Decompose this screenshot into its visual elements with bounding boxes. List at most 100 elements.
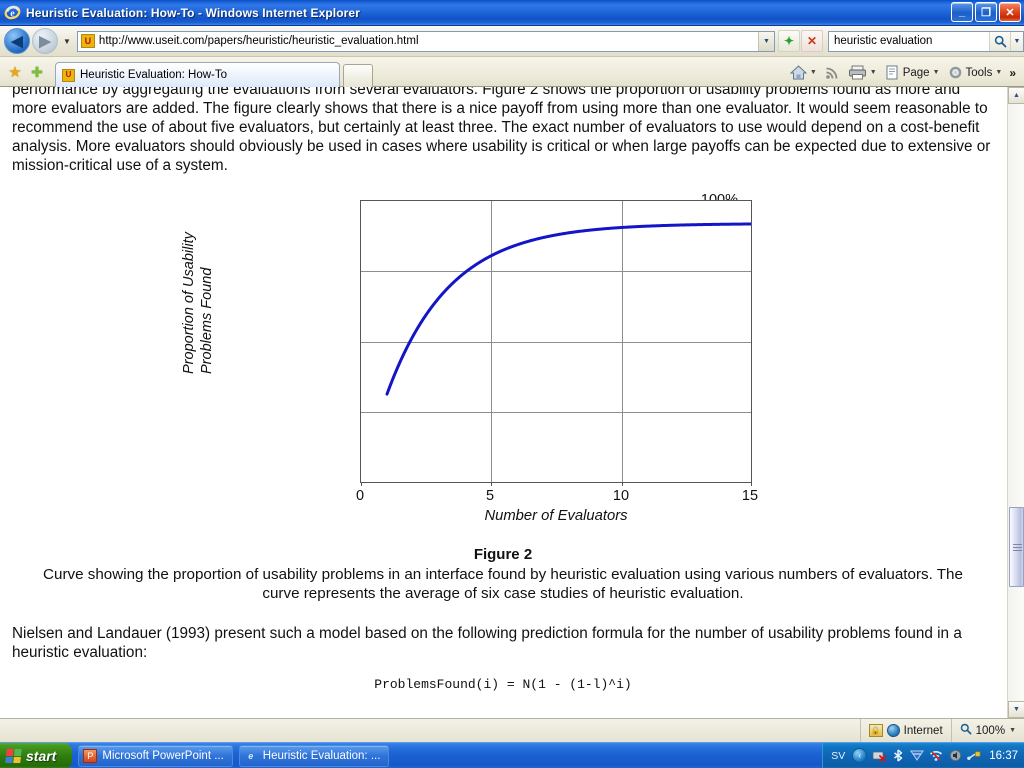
paragraph-below-figure: Nielsen and Landauer (1993) present such…: [12, 625, 962, 661]
magnifier-icon: [994, 35, 1006, 47]
restore-icon: ❐: [981, 6, 991, 19]
feeds-button[interactable]: [822, 63, 843, 82]
antivirus-icon[interactable]: [872, 749, 887, 763]
x-tick-5: 5: [485, 487, 495, 504]
network-icon[interactable]: [910, 749, 925, 763]
zoom-control[interactable]: 100% ▼: [950, 719, 1024, 742]
x-tickmark-10: [622, 481, 623, 486]
internet-explorer-icon: e: [4, 4, 21, 21]
close-icon: ✕: [1005, 6, 1015, 19]
volume-icon[interactable]: [948, 749, 962, 763]
taskbar-item-label: Heuristic Evaluation: ...: [262, 749, 381, 762]
magnifier-icon: [960, 723, 972, 738]
internet-explorer-icon: e: [248, 750, 254, 761]
zoom-level-label: 100%: [975, 724, 1006, 737]
figure-caption: Curve showing the proportion of usabilit…: [43, 565, 963, 602]
x-tickmark-0: [361, 481, 362, 486]
close-button[interactable]: ✕: [999, 2, 1021, 22]
tools-dropdown-icon[interactable]: ▼: [995, 69, 1002, 76]
home-icon: [789, 65, 807, 80]
document-body: performance by aggregating the evaluatio…: [0, 87, 1006, 692]
page-menu-button[interactable]: Page ▼: [882, 63, 943, 82]
page-icon: [886, 65, 898, 80]
search-button[interactable]: [989, 31, 1010, 51]
site-favicon: U: [80, 34, 95, 48]
show-hidden-icons-button[interactable]: ‹: [852, 748, 868, 763]
start-label: start: [26, 747, 57, 764]
x-tick-0: 0: [355, 487, 365, 504]
paragraph-above-figure: performance by aggregating the evaluatio…: [12, 87, 991, 174]
lock-icon: 🔒: [868, 724, 883, 737]
forward-button[interactable]: ▶: [32, 28, 58, 54]
tab-heuristic-evaluation[interactable]: U Heuristic Evaluation: How-To: [55, 62, 340, 87]
print-button[interactable]: ▼: [845, 63, 880, 82]
scroll-up-button[interactable]: ▲: [1008, 87, 1024, 104]
title-bar: e Heuristic Evaluation: How-To - Windows…: [0, 0, 1024, 26]
bluetooth-icon[interactable]: [891, 749, 905, 763]
taskbar-item-powerpoint[interactable]: P Microsoft PowerPoint ...: [78, 744, 233, 767]
x-tick-10: 10: [612, 487, 630, 504]
svg-text:e: e: [10, 9, 15, 20]
address-bar[interactable]: U http://www.useit.com/papers/heuristic/…: [76, 30, 775, 52]
history-dropdown-icon[interactable]: ▼: [63, 37, 71, 46]
chart-y-axis-label: Proportion of Usability Problems Found: [180, 232, 216, 374]
scroll-down-button[interactable]: ▼: [1008, 701, 1024, 718]
tab-bar: ★ ✚ U Heuristic Evaluation: How-To ▼ ▼ P…: [0, 57, 1024, 87]
status-bar: 🔒 Internet 100% ▼: [0, 718, 1024, 742]
search-box[interactable]: heuristic evaluation ▼: [828, 30, 1024, 52]
system-tray: SV ‹ 16:37: [822, 742, 1024, 768]
search-input[interactable]: heuristic evaluation: [829, 35, 989, 47]
page-dropdown-icon[interactable]: ▼: [933, 69, 940, 76]
page-viewport: performance by aggregating the evaluatio…: [0, 87, 1024, 718]
chart-x-axis-label: Number of Evaluators: [484, 507, 628, 524]
powerpoint-icon: P: [83, 748, 98, 763]
taskbar-item-internet-explorer[interactable]: e Heuristic Evaluation: ...: [238, 744, 390, 767]
clock[interactable]: 16:37: [989, 750, 1018, 762]
window-title: Heuristic Evaluation: How-To - Windows I…: [26, 5, 360, 20]
search-provider-dropdown-icon[interactable]: ▼: [1010, 31, 1023, 51]
window-controls: _ ❐ ✕: [951, 2, 1021, 22]
gear-icon: [949, 66, 961, 79]
address-dropdown-icon[interactable]: ▼: [758, 31, 774, 51]
security-zone-indicator[interactable]: 🔒 Internet: [859, 719, 951, 742]
home-dropdown-icon[interactable]: ▼: [810, 69, 817, 76]
security-zone-label: Internet: [903, 724, 943, 737]
taskbar-item-label: Microsoft PowerPoint ...: [102, 749, 224, 762]
scrollbar-grip-icon: [1013, 544, 1022, 551]
toolbar-overflow-icon[interactable]: »: [1007, 66, 1020, 80]
page-menu-label: Page: [902, 66, 930, 79]
taskbar: start P Microsoft PowerPoint ... e Heuri…: [0, 742, 1024, 768]
home-button[interactable]: ▼: [787, 63, 820, 82]
start-button[interactable]: start: [0, 742, 73, 768]
prediction-formula: ProblemsFound(i) = N(1 - (1-l)^i): [374, 676, 632, 692]
browser-window: e Heuristic Evaluation: How-To - Windows…: [0, 0, 1024, 768]
address-input[interactable]: http://www.useit.com/papers/heuristic/he…: [99, 35, 758, 47]
maximize-restore-button[interactable]: ❐: [975, 2, 997, 22]
add-to-favorites-icon[interactable]: ✚: [27, 62, 47, 82]
minimize-button[interactable]: _: [951, 2, 973, 22]
usability-problems-chart: Proportion of Usability Problems Found 1…: [181, 192, 758, 524]
language-indicator[interactable]: SV: [831, 750, 845, 762]
usb-device-icon[interactable]: [967, 749, 981, 763]
x-tick-15: 15: [741, 487, 759, 504]
vertical-scrollbar[interactable]: ▲ ▼: [1007, 87, 1024, 718]
stop-icon: ✕: [806, 34, 818, 48]
y-axis-label-line-2: Problems Found: [199, 267, 216, 374]
windows-flag-icon: [5, 748, 22, 763]
x-tickmark-5: [491, 481, 492, 486]
forward-arrow-icon: ▶: [39, 33, 51, 50]
new-tab-button[interactable]: [343, 64, 373, 87]
stop-button[interactable]: ✕: [801, 30, 823, 52]
chart-plot-area: [360, 199, 752, 486]
refresh-button[interactable]: ✦: [778, 30, 800, 52]
navigation-bar: ◀ ▶ ▼ U http://www.useit.com/papers/heur…: [0, 26, 1024, 57]
figure-title: Figure 2: [473, 545, 533, 563]
minimize-icon: _: [958, 6, 966, 18]
print-dropdown-icon[interactable]: ▼: [870, 69, 877, 76]
favorites-center-icon[interactable]: ★: [5, 62, 25, 82]
scrollbar-thumb[interactable]: [1009, 507, 1024, 587]
zoom-dropdown-icon[interactable]: ▼: [1009, 727, 1016, 734]
tools-menu-button[interactable]: Tools ▼: [945, 63, 1006, 82]
back-button[interactable]: ◀: [4, 28, 30, 54]
wireless-icon[interactable]: [929, 749, 943, 763]
